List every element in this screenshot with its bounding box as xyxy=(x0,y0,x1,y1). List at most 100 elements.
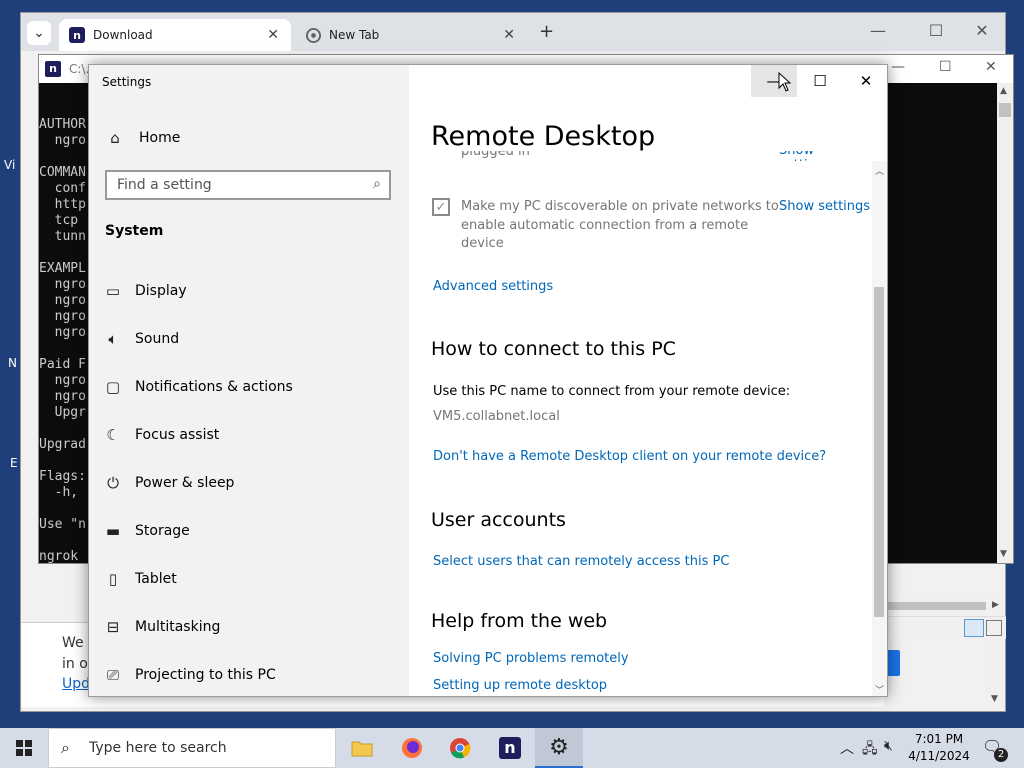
firefox-app[interactable] xyxy=(388,728,436,768)
scroll-thumb[interactable] xyxy=(874,287,884,617)
details-view-icon[interactable] xyxy=(964,619,984,637)
discoverable-checkbox[interactable]: ✓ xyxy=(432,198,450,216)
close-icon[interactable]: ✕ xyxy=(985,59,997,75)
help-link[interactable]: Solving PC problems remotely xyxy=(433,651,629,666)
show-settings-link[interactable]: Show settings xyxy=(779,199,870,214)
settings-scrollbar[interactable]: ︿ ﹀ xyxy=(872,161,887,696)
home-icon: ⌂ xyxy=(110,129,120,147)
network-icon[interactable]: 🖧︎ xyxy=(862,738,878,762)
taskbar: ⌕ Type here to search n ⚙ ︿ 🖧︎ 🔇︎ 7:01 P… xyxy=(0,728,1024,768)
sidebar-item-projecting[interactable]: ⎚ Projecting to this PC xyxy=(89,655,409,695)
file-explorer-app[interactable] xyxy=(338,728,386,768)
cookie-update-link[interactable]: Upd xyxy=(62,676,90,692)
firefox-icon xyxy=(402,738,422,758)
sidebar-item-multitasking[interactable]: ⊟ Multitasking xyxy=(89,607,409,647)
close-icon[interactable]: ✕ xyxy=(967,21,997,40)
mouse-cursor-icon xyxy=(778,71,792,96)
sidebar-item-label: Tablet xyxy=(135,571,177,587)
sidebar-item-label: Display xyxy=(135,283,187,299)
sidebar-item-notifications[interactable]: ▢ Notifications & actions xyxy=(89,367,409,407)
discoverable-text-line: device xyxy=(461,236,504,251)
notifications-icon: ▢ xyxy=(105,378,121,396)
taskbar-clock[interactable]: 7:01 PM 4/11/2024 xyxy=(904,731,974,765)
desktop-icon-label[interactable]: Vi xyxy=(4,158,15,172)
sidebar-item-label: Multitasking xyxy=(135,619,221,635)
tab-label: Download xyxy=(93,28,153,42)
sidebar-item-tablet[interactable]: ▯ Tablet xyxy=(89,559,409,599)
new-tab-button[interactable]: + xyxy=(539,21,554,42)
close-button[interactable]: ✕ xyxy=(843,65,887,97)
clock-time: 7:01 PM xyxy=(914,732,964,746)
remote-client-link[interactable]: Don't have a Remote Desktop client on yo… xyxy=(433,449,826,464)
desktop-icon-label[interactable]: N xyxy=(8,356,17,370)
terminal-scrollbar[interactable]: ▲ ▼ xyxy=(997,83,1013,563)
sound-icon: 🔈︎ xyxy=(108,330,118,348)
notification-badge: 2 xyxy=(994,748,1008,762)
tab-download[interactable]: n Download ✕ xyxy=(59,19,291,51)
ngrok-favicon-icon: n xyxy=(69,27,85,43)
minimize-icon[interactable]: — xyxy=(891,59,905,75)
section-label: System xyxy=(105,223,164,239)
maximize-icon[interactable]: ☐ xyxy=(921,21,951,40)
desktop-icon-label[interactable]: E xyxy=(10,456,18,470)
scroll-thumb[interactable] xyxy=(886,602,986,610)
taskbar-search-input[interactable]: ⌕ Type here to search xyxy=(48,728,336,768)
multitasking-icon: ⊟ xyxy=(106,618,120,636)
settings-app[interactable]: ⚙ xyxy=(535,728,583,768)
explorer-hscrollbar[interactable]: ▶ xyxy=(886,598,1004,614)
help-link[interactable]: Setting up remote desktop xyxy=(433,678,607,693)
tab-search-dropdown[interactable]: ⌄ xyxy=(27,21,51,45)
close-icon: ✕ xyxy=(859,72,873,90)
minimize-icon[interactable]: — xyxy=(863,21,893,40)
sidebar-item-display[interactable]: ▭ Display xyxy=(89,271,409,311)
show-settings-link[interactable]: Show settings xyxy=(779,151,869,161)
tab-label: New Tab xyxy=(329,28,380,42)
close-icon[interactable]: ✕ xyxy=(503,27,515,43)
search-icon: ⌕ xyxy=(373,176,381,192)
sidebar-item-home[interactable]: ⌂ Home xyxy=(89,118,409,158)
sidebar-item-storage[interactable]: ▬ Storage xyxy=(89,511,409,551)
start-button[interactable] xyxy=(0,728,48,768)
volume-muted-icon[interactable]: 🔇︎ xyxy=(884,738,893,754)
sidebar-item-focus-assist[interactable]: ☾ Focus assist xyxy=(89,415,409,455)
sidebar-item-label: Home xyxy=(139,130,181,146)
sidebar-item-sound[interactable]: 🔈︎ Sound xyxy=(89,319,409,359)
scroll-right-arrow-icon[interactable]: ▶ xyxy=(992,600,999,610)
advanced-settings-link[interactable]: Advanced settings xyxy=(433,279,553,294)
scroll-thumb[interactable] xyxy=(999,103,1011,117)
connect-text: Use this PC name to connect from your re… xyxy=(433,384,791,399)
scroll-down-arrow-icon[interactable]: ﹀ xyxy=(875,683,884,696)
chrome-tab-strip: ⌄ n Download ✕ New Tab ✕ + — ☐ ✕ xyxy=(21,13,1005,51)
chrome-app[interactable] xyxy=(436,728,484,768)
scroll-down-arrow-icon[interactable]: ▼ xyxy=(991,694,998,704)
search-input[interactable]: Find a setting ⌕ xyxy=(105,170,391,200)
moon-icon: ☾ xyxy=(106,426,120,444)
maximize-icon[interactable]: ☐ xyxy=(939,59,952,75)
scroll-down-arrow-icon[interactable]: ▼ xyxy=(1000,549,1007,559)
large-icons-view-icon[interactable] xyxy=(986,620,1002,636)
select-users-link[interactable]: Select users that can remotely access th… xyxy=(433,554,729,569)
clock-date: 4/11/2024 xyxy=(908,749,970,763)
ngrok-app[interactable]: n xyxy=(486,728,534,768)
explorer-view-toggle xyxy=(886,616,1006,639)
help-heading: Help from the web xyxy=(431,610,608,632)
cookie-accept-button[interactable] xyxy=(886,650,900,676)
maximize-button[interactable]: ☐ xyxy=(797,65,843,97)
search-placeholder: Find a setting xyxy=(117,177,212,193)
clipped-row: plugged in Show settings xyxy=(409,151,869,161)
settings-content: Remote Desktop plugged in Show settings … xyxy=(409,65,887,696)
taskbar-search-placeholder: Type here to search xyxy=(89,740,227,756)
chevron-up-icon[interactable]: ︿ xyxy=(840,738,854,758)
ngrok-app-icon: n xyxy=(499,737,521,759)
close-icon[interactable]: ✕ xyxy=(267,27,279,43)
sidebar-item-label: Sound xyxy=(135,331,180,347)
scroll-up-arrow-icon[interactable]: ︿ xyxy=(875,164,884,177)
tablet-icon: ▯ xyxy=(108,570,118,588)
scroll-up-arrow-icon[interactable]: ▲ xyxy=(1000,86,1007,96)
settings-sidebar: Settings ⌂ Home Find a setting ⌕ System … xyxy=(89,65,409,696)
settings-window-title: Settings xyxy=(102,75,152,89)
tab-new-tab[interactable]: New Tab ✕ xyxy=(295,19,527,51)
windows-logo-icon xyxy=(16,740,32,756)
folder-icon xyxy=(351,741,373,757)
sidebar-item-power-sleep[interactable]: ⏻ Power & sleep xyxy=(89,463,409,503)
